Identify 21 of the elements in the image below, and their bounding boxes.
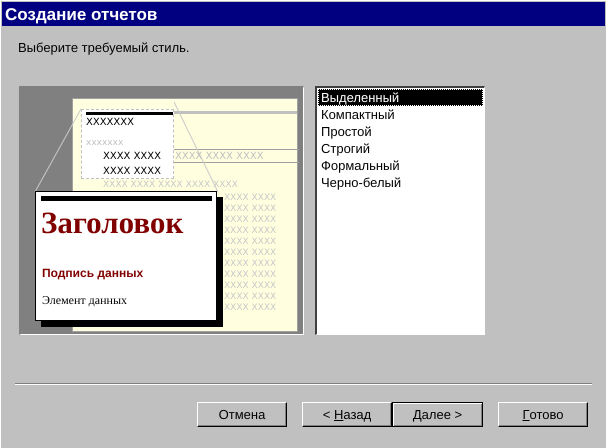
style-list-item[interactable]: Компактный [318, 106, 483, 123]
group-sample-text: xxxxxxx [86, 137, 124, 149]
style-list-item[interactable]: Выделенный [318, 89, 483, 106]
style-list-item[interactable]: Строгий [318, 140, 483, 157]
dialog-button[interactable]: Отмена [197, 402, 287, 427]
label-sample: Подпись данных [42, 266, 144, 280]
heading-sample: Заголовок [41, 204, 184, 242]
detail-sample-text: XXXX XXXX [103, 151, 161, 163]
header-sample-text: XXXXXXX [86, 117, 134, 129]
style-list-item[interactable]: Формальный [318, 157, 483, 174]
style-list-item[interactable]: Черно-белый [318, 174, 483, 191]
dialog-button[interactable]: Готово [498, 402, 588, 427]
style-list[interactable]: Выделенный Компактный Простой Строгий Формальный Черно-белый [315, 86, 485, 335]
detail-sample-text: XXXX XXXX [103, 166, 161, 178]
column-sample-text: XXXX XXXX XXXX [175, 151, 264, 163]
field-sample: Элемент данных [42, 293, 128, 307]
window-title: Создание отчетов [5, 6, 158, 22]
instruction-text: Выберите требуемый стиль. [18, 40, 191, 56]
style-list-item[interactable]: Простой [318, 123, 483, 140]
dialog-button[interactable]: < Назад [302, 402, 392, 427]
dialog-button[interactable]: Далее > [392, 402, 483, 427]
